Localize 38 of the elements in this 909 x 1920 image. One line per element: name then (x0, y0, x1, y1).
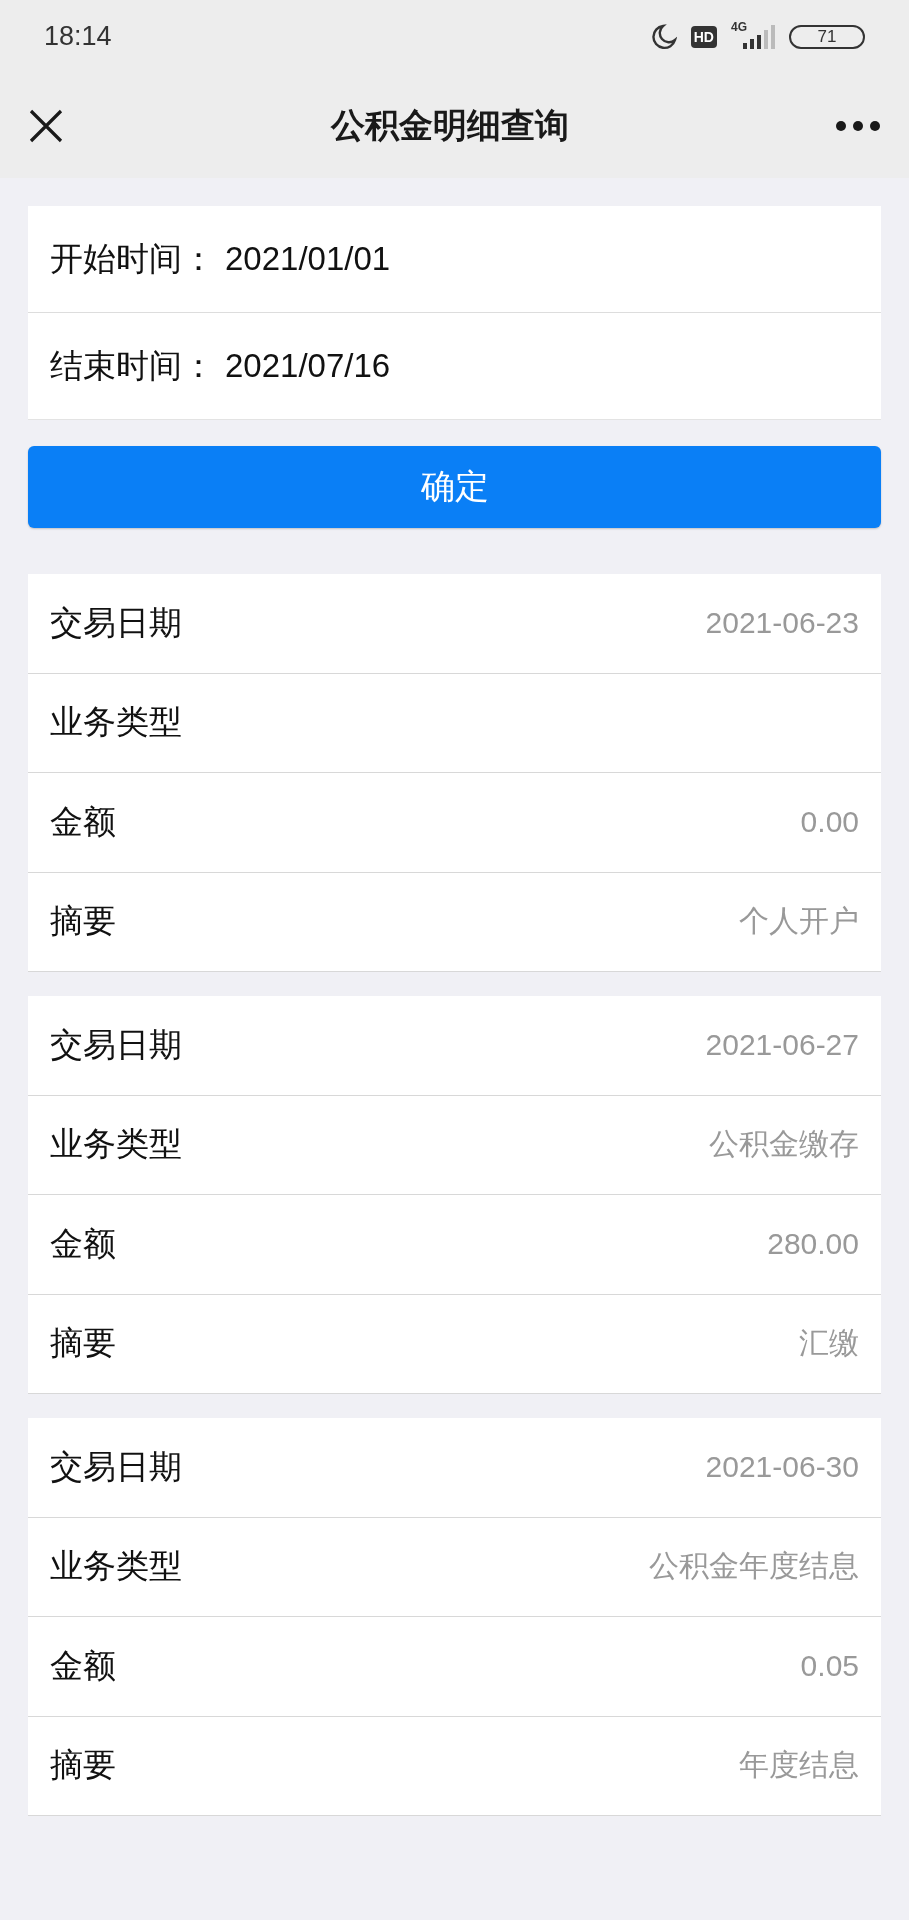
row-value: 280.00 (767, 1227, 859, 1262)
row-value: 年度结息 (739, 1747, 859, 1784)
row-value: 2021-06-30 (705, 1450, 859, 1485)
row-label: 摘要 (50, 901, 116, 942)
more-icon (835, 119, 881, 132)
row-value: 汇缴 (799, 1325, 859, 1362)
page-title: 公积金明细查询 (330, 104, 569, 146)
row-label: 交易日期 (50, 1446, 182, 1487)
row-label: 交易日期 (50, 602, 182, 643)
row-label: 业务类型 (50, 1124, 182, 1165)
row-label: 金额 (50, 1645, 116, 1686)
confirm-button[interactable]: 确定 (28, 446, 881, 528)
date-field[interactable]: 2021/07/16 (225, 347, 391, 385)
row-value: 0.05 (800, 1649, 859, 1684)
network-label: 4G (731, 19, 747, 34)
date-field[interactable]: 2021/01/01 (225, 240, 391, 278)
row-value: 2021-06-23 (705, 606, 859, 641)
field-label: 结束时间： (50, 345, 215, 386)
hd-badge: HD (690, 25, 717, 48)
row-value: 0.00 (800, 805, 859, 840)
clock: 18:14 (44, 21, 113, 52)
row-label: 摘要 (50, 1745, 116, 1786)
row-label: 金额 (50, 1223, 116, 1264)
battery-indicator: 71 (789, 24, 865, 49)
row-label: 业务类型 (50, 1546, 182, 1587)
close-button[interactable] (28, 107, 64, 144)
row-label: 金额 (50, 801, 116, 842)
row-label: 交易日期 (50, 1024, 182, 1065)
more-button[interactable] (835, 119, 881, 132)
row-value: 2021-06-27 (705, 1028, 859, 1063)
row-value: 公积金年度结息 (649, 1548, 859, 1585)
row-label: 业务类型 (50, 702, 182, 743)
row-value: 公积金缴存 (709, 1126, 859, 1163)
field-label: 开始时间： (50, 238, 215, 279)
row-value: 个人开户 (739, 903, 859, 940)
moon-icon (650, 23, 677, 50)
close-icon (28, 107, 64, 144)
row-label: 摘要 (50, 1323, 116, 1364)
